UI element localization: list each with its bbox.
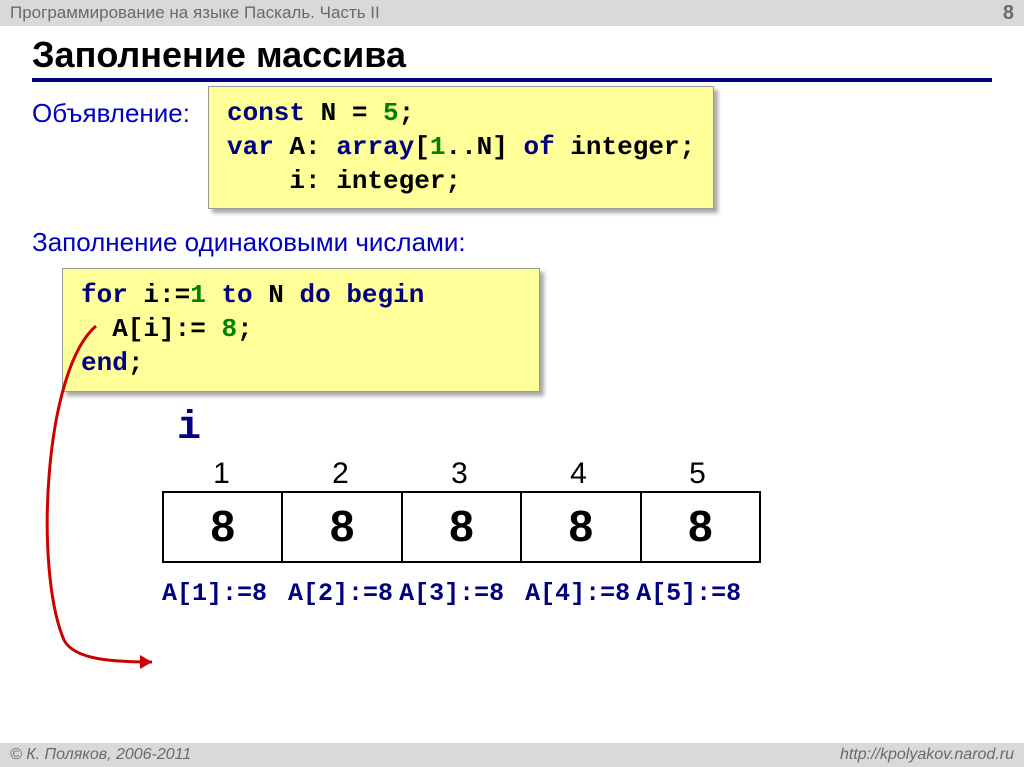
array-index: 2 [281,457,400,491]
copyright: © К. Поляков, 2006-2011 [10,746,191,764]
assignment-step: A[1]:=8 [162,579,267,608]
array-visualization: 1 2 3 4 5 8 8 8 8 8 [162,457,992,563]
code-fill: for i:=1 to N do begin A[i]:= 8; end; [62,268,540,391]
declaration-label: Объявление: [32,86,190,129]
array-index: 5 [638,457,757,491]
breadcrumb: Программирование на языке Паскаль. Часть… [10,3,380,23]
array-index: 1 [162,457,281,491]
assignment-step: A[5]:=8 [636,579,741,608]
fill-label: Заполнение одинаковыми числами: [32,227,992,258]
array-cells: 8 8 8 8 8 [162,491,761,563]
code-declaration: const N = 5; var A: array[1..N] of integ… [208,86,714,209]
array-index: 3 [400,457,519,491]
page-number: 8 [1003,2,1014,25]
array-cell: 8 [403,493,522,561]
footer-bar: © К. Поляков, 2006-2011 http://kpolyakov… [0,743,1024,767]
slide-content: Заполнение массива Объявление: const N =… [0,26,1024,608]
header-bar: Программирование на языке Паскаль. Часть… [0,0,1024,26]
loop-variable-label: i [177,406,992,451]
array-cell: 8 [522,493,641,561]
assignment-step: A[2]:=8 [288,579,393,608]
declaration-row: Объявление: const N = 5; var A: array[1.… [32,86,992,209]
assignment-trace: A[1]:=8 A[2]:=8A[3]:=8 A[4]:=8A[5]:=8 [162,579,992,608]
array-cell: 8 [283,493,402,561]
array-cell: 8 [164,493,283,561]
source-url: http://kpolyakov.narod.ru [840,746,1014,764]
array-index: 4 [519,457,638,491]
assignment-step: A[3]:=8 [399,579,504,608]
assignment-step: A[4]:=8 [525,579,630,608]
array-indices: 1 2 3 4 5 [162,457,992,491]
array-cell: 8 [642,493,759,561]
page-title: Заполнение массива [32,34,992,82]
